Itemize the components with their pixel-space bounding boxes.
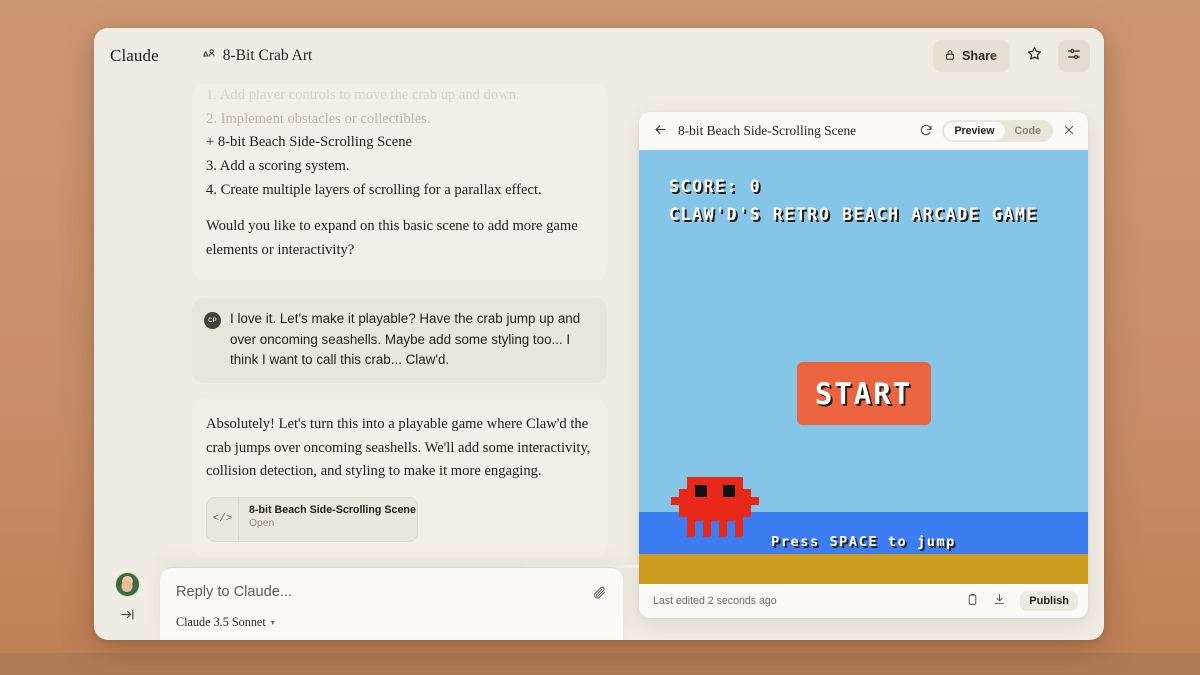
- star-button[interactable]: [1018, 40, 1050, 72]
- list-item-4: 4. Create multiple layers of scrolling f…: [206, 181, 542, 198]
- paperclip-icon[interactable]: [587, 580, 611, 604]
- chat-title-group[interactable]: 8-Bit Crab Art: [201, 46, 313, 66]
- messages: 1. Add player controls to move the crab …: [94, 84, 639, 568]
- faded-line-2: 2. Implement obstacles or collectibles.: [206, 110, 431, 127]
- composer-left-rail: [94, 568, 160, 625]
- claude-app-window: Claude 8-Bit Crab Art Share 1. Add playe…: [94, 28, 1104, 640]
- composer-area: Reply to Claude... Claude 3.5 Sonnet ▾: [94, 568, 639, 640]
- artifact-card-body: 8-bit Beach Side-Scrolling Scene Open: [239, 498, 416, 541]
- start-button[interactable]: START: [796, 362, 931, 425]
- model-selector-label: Claude 3.5 Sonnet: [176, 615, 266, 629]
- user-message-text: I love it. Let's make it playable? Have …: [230, 311, 581, 368]
- jump-hint-text: Press SPACE to jump: [771, 534, 956, 550]
- artifact-footer-actions: Publish: [966, 591, 1078, 611]
- lock-icon: [944, 49, 956, 64]
- artifact-card-title: 8-bit Beach Side-Scrolling Scene: [249, 503, 416, 516]
- sand-band: [639, 554, 1088, 584]
- sliders-icon: [1066, 46, 1082, 67]
- tab-preview[interactable]: Preview: [944, 122, 1005, 140]
- desktop-background: Claude 8-Bit Crab Art Share 1. Add playe…: [0, 0, 1200, 675]
- settings-button[interactable]: [1058, 40, 1090, 72]
- artifact-reference-line: + 8-bit Beach Side-Scrolling Scene: [206, 134, 413, 151]
- model-selector[interactable]: Claude 3.5 Sonnet ▾: [176, 615, 275, 630]
- star-icon: [1026, 45, 1043, 67]
- view-mode-toggle: Preview Code: [942, 120, 1053, 142]
- artifact-footer: Last edited 2 seconds ago Publish: [639, 584, 1088, 618]
- publish-button[interactable]: Publish: [1020, 591, 1078, 611]
- arrow-left-icon[interactable]: [653, 122, 668, 140]
- crab-sprite: [671, 477, 759, 537]
- collapse-sidebar-icon[interactable]: [120, 607, 135, 625]
- artifact-panel: 8-bit Beach Side-Scrolling Scene Preview…: [639, 112, 1088, 618]
- game-title: CLAW'D'S RETRO BEACH ARCADE GAME: [669, 205, 1039, 224]
- users-group-icon: [201, 46, 216, 66]
- avatar: CP: [204, 312, 221, 330]
- artifact-card[interactable]: </> 8-bit Beach Side-Scrolling Scene Ope…: [206, 496, 418, 542]
- avatar[interactable]: [114, 572, 140, 597]
- code-tag-icon: </>: [207, 497, 239, 541]
- share-button-label: Share: [961, 49, 997, 63]
- assistant-message-text: Absolutely! Let's turn this into a playa…: [206, 415, 591, 480]
- window-body: 1. Add player controls to move the crab …: [94, 84, 1104, 640]
- artifact-column: 8-bit Beach Side-Scrolling Scene Preview…: [639, 84, 1104, 640]
- artifact-card-subtitle: Open: [249, 517, 275, 529]
- last-edited-status: Last edited 2 seconds ago: [653, 595, 777, 607]
- chevron-down-icon: ▾: [270, 618, 275, 627]
- refresh-icon[interactable]: [919, 123, 933, 140]
- brand-logo-text: Claude: [110, 46, 159, 65]
- artifact-title: 8-bit Beach Side-Scrolling Scene: [678, 123, 857, 138]
- download-icon[interactable]: [993, 593, 1006, 609]
- chat-title: 8-Bit Crab Art: [222, 47, 313, 64]
- chat-column: 1. Add player controls to move the crab …: [94, 84, 639, 640]
- clipboard-icon[interactable]: [966, 593, 979, 609]
- desktop-bottom-edge: [0, 653, 1200, 675]
- list-item-3: 3. Add a scoring system.: [206, 157, 350, 174]
- start-button-label: START: [814, 376, 913, 411]
- game-preview-canvas[interactable]: SCORE: 0 CLAW'D'S RETRO BEACH ARCADE GAM…: [639, 150, 1088, 584]
- assistant-message-latest: Absolutely! Let's turn this into a playa…: [192, 398, 607, 558]
- close-icon[interactable]: [1062, 123, 1076, 140]
- message-composer[interactable]: Reply to Claude... Claude 3.5 Sonnet ▾: [160, 568, 623, 640]
- score-display: SCORE: 0: [669, 177, 762, 196]
- topbar-actions: Share: [932, 40, 1090, 72]
- app-topbar: Claude 8-Bit Crab Art Share: [94, 28, 1104, 84]
- faded-line-1: 1. Add player controls to move the crab …: [206, 87, 520, 103]
- search-input[interactable]: Reply to Claude...: [176, 584, 609, 600]
- user-message-row: CP I love it. Let's make it playable? Ha…: [192, 298, 607, 383]
- artifact-header-actions: Preview Code: [919, 120, 1076, 142]
- tab-code[interactable]: Code: [1005, 122, 1051, 140]
- assistant-message-previous: 1. Add player controls to move the crab …: [192, 84, 607, 281]
- share-button[interactable]: Share: [932, 40, 1010, 72]
- closing-question: Would you like to expand on this basic s…: [206, 218, 578, 258]
- artifact-header: 8-bit Beach Side-Scrolling Scene Preview…: [639, 112, 1088, 150]
- chat-scroll-area[interactable]: 1. Add player controls to move the crab …: [94, 84, 639, 568]
